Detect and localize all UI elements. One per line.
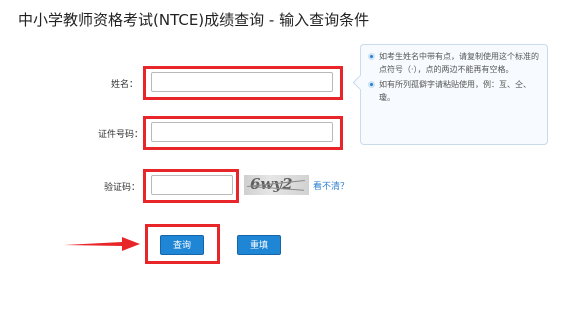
- captcha-label: 验证码：: [103, 183, 140, 193]
- bullet-icon: [368, 53, 375, 60]
- id-number-label: 证件号码：: [97, 130, 143, 140]
- tip-item: 如有所列孤僻字请粘贴使用，例：亙、仝、瓊。: [368, 78, 540, 104]
- tips-pointer: [352, 74, 369, 91]
- captcha-input[interactable]: [151, 175, 233, 195]
- tip-text: 如有所列孤僻字请粘贴使用，例：亙、仝、瓊。: [379, 80, 531, 102]
- bullet-icon: [368, 81, 375, 88]
- tips-box: 如考生姓名中带有点，请复制使用这个标准的点符号（·），点的两边不能再有空格。 如…: [352, 44, 548, 145]
- tip-item: 如考生姓名中带有点，请复制使用这个标准的点符号（·），点的两边不能再有空格。: [368, 50, 540, 76]
- name-field[interactable]: [151, 72, 333, 92]
- captcha-image[interactable]: 6wy2: [244, 175, 309, 195]
- arrow-right-icon: [64, 237, 140, 251]
- id-number-field[interactable]: [151, 122, 333, 142]
- name-label: 姓名：: [110, 80, 138, 90]
- page-title: 中小学教师资格考试(NTCE)成绩查询 - 输入查询条件: [18, 11, 370, 29]
- submit-button[interactable]: 查询: [160, 235, 204, 255]
- captcha-refresh-link[interactable]: 看不清？: [313, 179, 349, 192]
- tip-text: 如考生姓名中带有点，请复制使用这个标准的点符号（·），点的两边不能再有空格。: [379, 52, 539, 74]
- reset-button[interactable]: 重填: [237, 235, 281, 255]
